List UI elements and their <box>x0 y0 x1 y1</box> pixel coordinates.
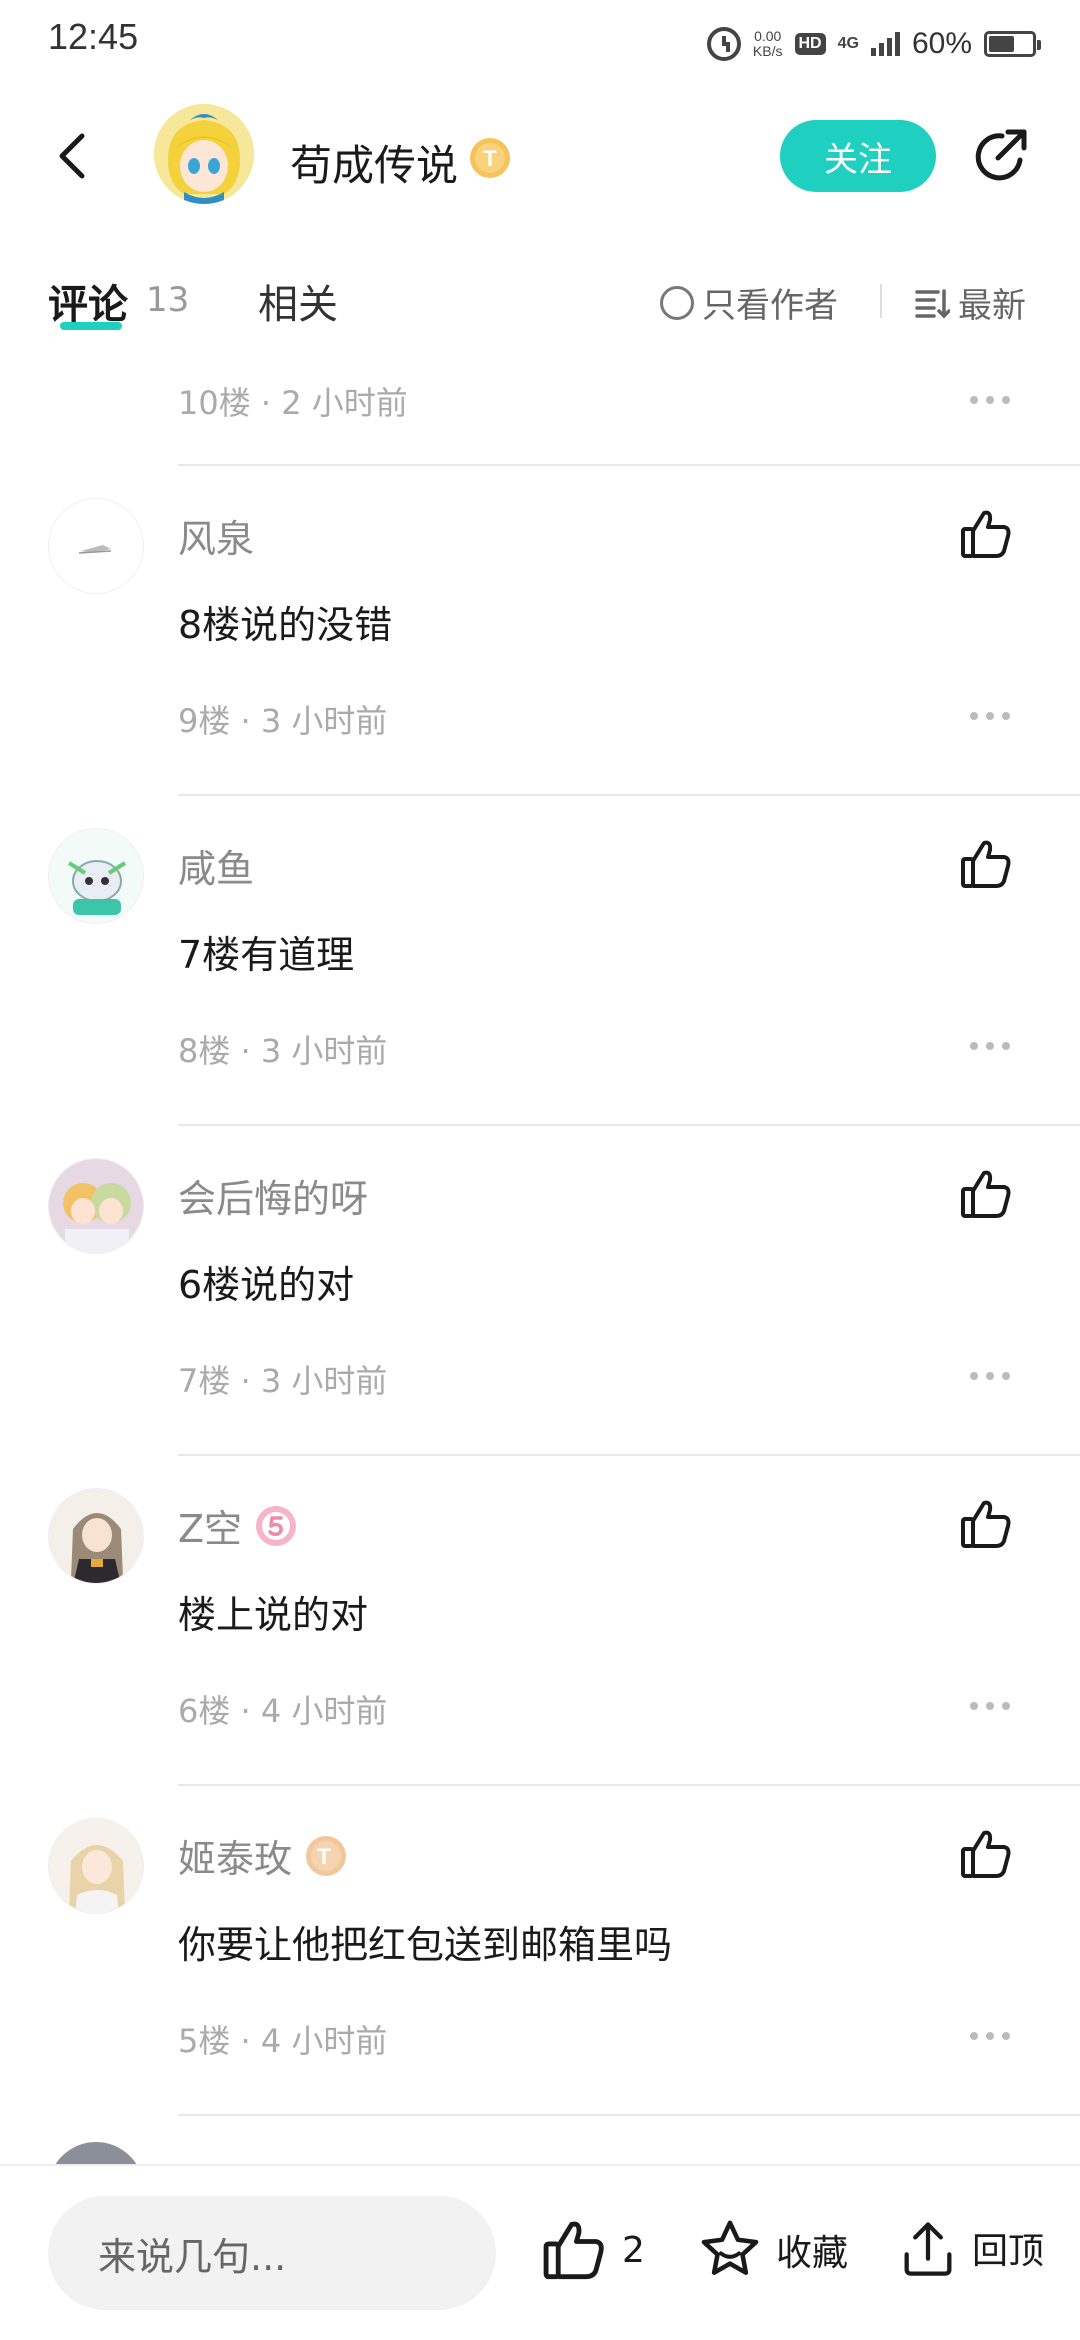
commenter-name[interactable]: 风泉 <box>178 508 254 563</box>
battery-icon <box>984 31 1041 57</box>
network-speed: 0.00 KB/s <box>753 29 783 59</box>
badge-letter: T <box>483 146 497 171</box>
commenter-name[interactable]: 姬泰玫 T <box>178 1828 348 1883</box>
speed-value: 0.00 <box>754 28 782 44</box>
network-type: 4G <box>837 35 859 52</box>
radio-circle-icon <box>660 285 694 320</box>
commenter-name-text: 风泉 <box>178 517 255 561</box>
thumbs-up-icon <box>961 510 1011 558</box>
like-button[interactable] <box>958 1826 1014 1882</box>
comments-count: 13 <box>146 280 190 320</box>
commenter-avatar[interactable] <box>48 828 144 924</box>
thumbs-up-icon <box>961 1830 1011 1878</box>
comment-meta: 6楼 · 4 小时前 <box>178 1692 388 1730</box>
comment-item: 姬泰玫 T 你要让他把红包送到邮箱里吗 5楼 · 4 小时前 <box>0 1786 1080 2116</box>
comment-meta: 7楼 · 3 小时前 <box>178 1362 388 1400</box>
comment-text: 7楼有道理 <box>178 933 355 977</box>
hd-icon: HD <box>794 33 826 55</box>
share-icon <box>975 129 1027 181</box>
sort-icon <box>915 288 950 318</box>
favorite-label: 收藏 <box>776 2233 849 2274</box>
thumbs-up-icon <box>961 1170 1011 1218</box>
commenter-avatar[interactable] <box>48 1158 144 1254</box>
bottom-action-bar: 来说几句... 2 收藏 回顶 <box>0 2164 1080 2340</box>
more-options-icon[interactable] <box>970 2030 1010 2042</box>
more-options-icon[interactable] <box>970 1370 1010 1382</box>
like-button[interactable] <box>958 1166 1014 1222</box>
thumbs-up-icon <box>961 840 1011 888</box>
more-options-icon[interactable] <box>970 1700 1010 1712</box>
level-6-badge-icon: T <box>306 1835 347 1876</box>
status-indicators: 0.00 KB/s HD 4G 60% <box>706 22 1041 66</box>
status-time: 12:45 <box>48 16 139 57</box>
tab-divider <box>880 284 882 318</box>
commenter-name[interactable]: 会后悔的呀 <box>178 1168 368 1223</box>
commenter-name-text: 姬泰玫 <box>178 1837 293 1881</box>
author-avatar[interactable] <box>154 104 254 204</box>
share-button[interactable] <box>968 124 1034 190</box>
divider <box>178 2114 1080 2116</box>
commenter-name[interactable]: 咸鱼 <box>178 838 254 893</box>
comment-item: 咸鱼 7楼有道理 8楼 · 3 小时前 <box>0 796 1080 1126</box>
like-button[interactable] <box>958 506 1014 562</box>
commenter-name-text: Z空 <box>178 1507 243 1551</box>
comment-item: 会后悔的呀 6楼说的对 7楼 · 3 小时前 <box>0 1126 1080 1456</box>
upload-arrow-icon <box>904 2222 952 2276</box>
follow-button[interactable]: 关注 <box>780 120 936 192</box>
comment-meta: 10楼 · 2 小时前 <box>178 384 408 422</box>
more-options-icon[interactable] <box>970 710 1010 722</box>
post-like-button[interactable]: 2 <box>540 2216 645 2284</box>
post-comments-screen: 12:45 0.00 KB/s HD 4G 60% 苟成传说 T 关注 评论 1… <box>0 0 1080 2340</box>
commenter-avatar[interactable] <box>48 1488 144 1584</box>
like-button[interactable] <box>958 1496 1014 1552</box>
level-5-badge-icon <box>256 1505 297 1546</box>
comment-text: 你要让他把红包送到邮箱里吗 <box>178 1923 673 1967</box>
back-arrow-icon <box>59 133 85 179</box>
signal-icon <box>870 32 900 56</box>
battery-percent: 60% <box>911 27 972 60</box>
thumbs-up-icon <box>543 2221 604 2280</box>
favorite-button[interactable]: 收藏 <box>696 2216 848 2284</box>
sort-toggle[interactable]: 最新 <box>914 278 1026 327</box>
speed-unit: KB/s <box>752 43 783 59</box>
comment-text: 8楼说的没错 <box>178 603 393 647</box>
star-icon <box>701 2220 759 2275</box>
back-to-top-button[interactable]: 回顶 <box>896 2216 1044 2280</box>
comment-text: 6楼说的对 <box>178 1263 355 1307</box>
comment-tabs: 评论 13 相关 只看作者 最新 <box>0 260 1080 340</box>
comment-item: 风泉 8楼说的没错 9楼 · 3 小时前 <box>0 466 1080 796</box>
comment-meta: 5楼 · 4 小时前 <box>178 2022 388 2060</box>
back-to-top-label: 回顶 <box>972 2231 1045 2272</box>
comment-text: 楼上说的对 <box>178 1593 369 1637</box>
tab-related[interactable]: 相关 <box>258 272 338 330</box>
level-badge-icon: T <box>470 138 510 178</box>
commenter-avatar[interactable] <box>48 1818 144 1914</box>
like-count: 2 <box>622 2229 645 2271</box>
commenter-avatar[interactable] <box>48 498 144 594</box>
post-header: 苟成传说 T 关注 <box>0 96 1080 216</box>
status-bar: 12:45 0.00 KB/s HD 4G 60% <box>0 0 1080 84</box>
more-options-icon[interactable] <box>970 394 1010 406</box>
comment-input[interactable]: 来说几句... <box>48 2196 496 2310</box>
sort-label: 最新 <box>958 286 1026 326</box>
comment-footer-floor-10: 10楼 · 2 小时前 <box>0 360 1080 466</box>
commenter-name-text: 会后悔的呀 <box>178 1177 369 1221</box>
comment-meta: 8楼 · 3 小时前 <box>178 1032 388 1070</box>
comment-item: Z空 楼上说的对 6楼 · 4 小时前 <box>0 1456 1080 1786</box>
like-button[interactable] <box>958 836 1014 892</box>
svg-text:T: T <box>317 1844 331 1869</box>
thumbs-up-icon <box>961 1500 1011 1548</box>
more-options-icon[interactable] <box>970 1040 1010 1052</box>
commenter-name[interactable]: Z空 <box>178 1498 298 1553</box>
commenter-name-text: 咸鱼 <box>178 847 255 891</box>
author-name[interactable]: 苟成传说 <box>290 132 458 193</box>
comment-meta: 9楼 · 3 小时前 <box>178 702 388 740</box>
alarm-icon <box>706 27 741 61</box>
back-button[interactable] <box>48 128 104 184</box>
active-tab-indicator <box>60 322 122 330</box>
author-only-toggle[interactable]: 只看作者 <box>660 278 838 327</box>
author-only-label: 只看作者 <box>702 286 838 326</box>
